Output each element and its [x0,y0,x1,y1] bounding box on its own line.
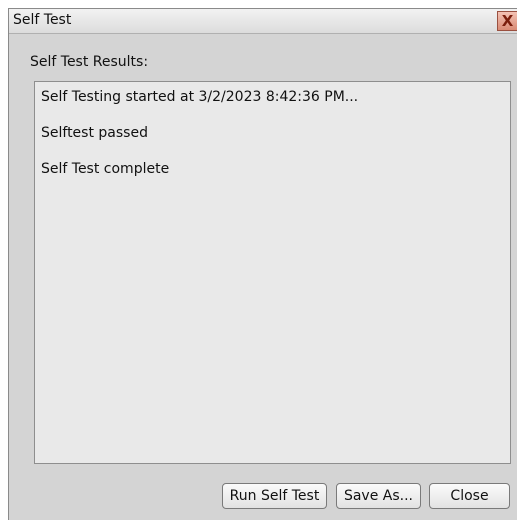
title-bar[interactable]: Self Test X [9,9,517,34]
background-edge [0,0,8,520]
result-line: Self Test complete [41,161,170,177]
self-test-dialog: Self Test X Self Test Results: Self Test… [8,8,517,520]
window-title: Self Test [13,12,72,28]
save-as-button[interactable]: Save As... [336,483,421,509]
results-label: Self Test Results: [30,54,149,70]
results-text-area[interactable]: Self Testing started at 3/2/2023 8:42:36… [34,81,511,464]
result-line: Self Testing started at 3/2/2023 8:42:36… [41,89,359,105]
close-icon[interactable]: X [497,11,517,31]
run-self-test-button[interactable]: Run Self Test [222,483,327,509]
close-button[interactable]: Close [429,483,510,509]
result-line: Selftest passed [41,125,148,141]
